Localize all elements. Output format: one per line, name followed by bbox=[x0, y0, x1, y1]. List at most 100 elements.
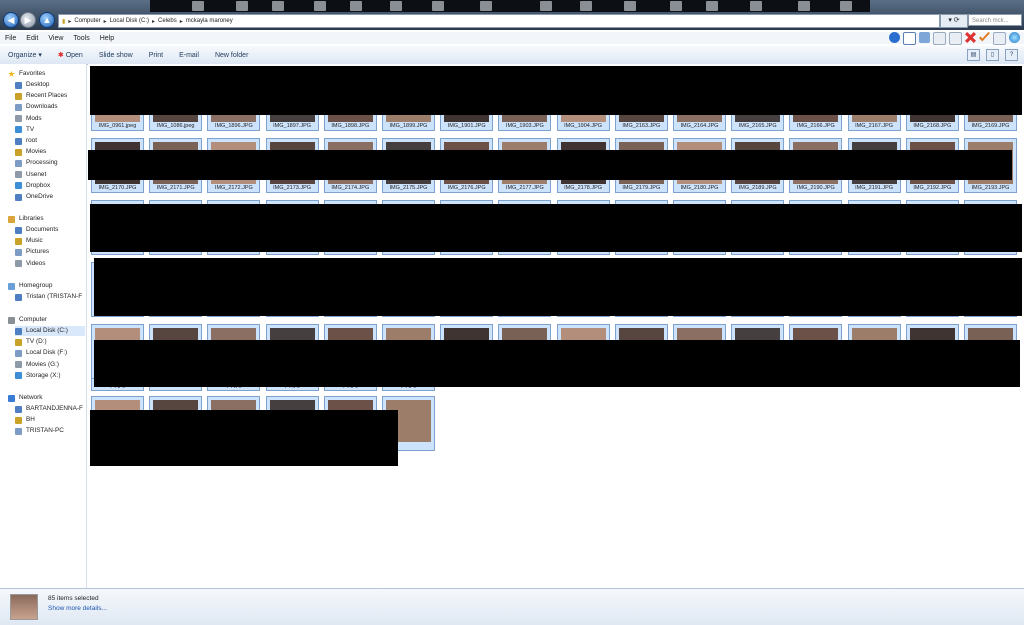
file-name: IMG_2163.JPG bbox=[622, 123, 661, 129]
taskbar-app-icon[interactable] bbox=[840, 1, 852, 11]
nav-item[interactable]: Movies bbox=[15, 147, 85, 157]
nav-section-libraries[interactable]: Libraries bbox=[8, 214, 44, 224]
nav-item[interactable]: BARTANDJENNA-F bbox=[15, 404, 85, 414]
open-label: Open bbox=[65, 52, 83, 59]
folder-icon bbox=[15, 427, 22, 435]
breadcrumb-current-folder[interactable]: mckayla maroney bbox=[183, 18, 236, 24]
nav-item[interactable]: Usenet bbox=[15, 170, 85, 180]
breadcrumb-celebs[interactable]: Celebs bbox=[155, 18, 180, 24]
back-button[interactable]: ◀ bbox=[3, 12, 19, 28]
taskbar-app-icon[interactable] bbox=[750, 1, 762, 11]
nav-item[interactable]: Local Disk (F:) bbox=[15, 348, 85, 358]
taskbar-app-icon[interactable] bbox=[580, 1, 592, 11]
file-name: IMG_1897.JPG bbox=[273, 123, 312, 129]
menu-edit[interactable]: Edit bbox=[21, 35, 43, 42]
nav-item[interactable]: Music bbox=[15, 236, 85, 246]
nav-item[interactable]: OneDrive bbox=[15, 192, 85, 202]
breadcrumb-computer[interactable]: Computer bbox=[71, 18, 103, 24]
nav-item[interactable]: TRISTAN-PC bbox=[15, 426, 85, 436]
nav-item[interactable]: Downloads bbox=[15, 102, 85, 112]
up-button[interactable]: ▲ bbox=[39, 12, 55, 28]
taskbar-app-icon[interactable] bbox=[540, 1, 552, 11]
taskbar-app-icon[interactable] bbox=[272, 1, 284, 11]
forward-button[interactable]: ▶ bbox=[20, 12, 36, 28]
menu-view[interactable]: View bbox=[43, 35, 68, 42]
nav-item[interactable]: Desktop bbox=[15, 80, 85, 90]
file-name: IMG_1904.JPG bbox=[564, 123, 603, 129]
cut-icon[interactable] bbox=[919, 32, 930, 43]
breadcrumb-local-disk[interactable]: Local Disk (C:) bbox=[107, 18, 152, 24]
nav-item[interactable]: TV (D:) bbox=[15, 337, 85, 347]
folder-icon bbox=[15, 416, 22, 424]
taskbar-app-icon[interactable] bbox=[432, 1, 444, 11]
nav-item[interactable]: Mods bbox=[15, 114, 85, 124]
menu-help[interactable]: Help bbox=[95, 35, 119, 42]
change-view-icon[interactable]: ▤ bbox=[967, 49, 980, 61]
taskbar-app-icon[interactable] bbox=[706, 1, 718, 11]
menu-file[interactable]: File bbox=[0, 35, 21, 42]
preview-pane-toggle-icon[interactable]: ▯ bbox=[986, 49, 999, 61]
nav-item[interactable]: Videos bbox=[15, 259, 85, 269]
nav-item[interactable]: Documents bbox=[15, 225, 85, 235]
file-name: IMG_2190.JPG bbox=[796, 185, 835, 191]
address-bar[interactable]: ▮ ▸ Computer ▸ Local Disk (C:) ▸ Celebs … bbox=[58, 14, 940, 28]
nav-section-homegroup[interactable]: Homegroup bbox=[8, 281, 52, 291]
taskbar-app-icon[interactable] bbox=[350, 1, 362, 11]
folder-icon bbox=[15, 92, 22, 100]
nav-section-favorites[interactable]: Favorites bbox=[8, 69, 45, 79]
file-name: IMG_1086.jpeg bbox=[156, 123, 195, 129]
refresh-button[interactable]: ▾ ⟳ bbox=[940, 14, 968, 28]
slideshow-button[interactable]: Slide show bbox=[91, 52, 141, 59]
nav-item[interactable]: Recent Places bbox=[15, 91, 85, 101]
nav-section-network[interactable]: Network bbox=[8, 393, 42, 403]
nav-item[interactable]: root bbox=[15, 136, 85, 146]
nav-item[interactable]: Movies (G:) bbox=[15, 360, 85, 370]
print-button[interactable]: Print bbox=[141, 52, 171, 59]
file-name: IMG_2189.JPG bbox=[738, 185, 777, 191]
show-more-details-link[interactable]: Show more details... bbox=[48, 605, 107, 612]
taskbar-app-icon[interactable] bbox=[480, 1, 492, 11]
help-icon[interactable]: ? bbox=[1005, 49, 1018, 61]
taskbar-app-icon[interactable] bbox=[390, 1, 402, 11]
open-button[interactable]: ✱ Open bbox=[50, 51, 91, 59]
taskbar-app-icon[interactable] bbox=[670, 1, 682, 11]
menu-tools[interactable]: Tools bbox=[68, 35, 94, 42]
nav-section-computer[interactable]: Computer bbox=[8, 315, 47, 325]
nav-item-label: Music bbox=[26, 237, 43, 245]
paste-icon[interactable] bbox=[949, 32, 962, 45]
globe-icon[interactable] bbox=[1009, 32, 1020, 43]
file-name: IMG_2175.JPG bbox=[389, 185, 428, 191]
checkmark-icon[interactable] bbox=[979, 32, 990, 42]
up-arrow-icon[interactable] bbox=[889, 32, 900, 43]
taskbar-app-icon[interactable] bbox=[192, 1, 204, 11]
nav-item[interactable]: Processing bbox=[15, 158, 85, 168]
file-name: IMG_1899.JPG bbox=[389, 123, 428, 129]
selection-thumbnail bbox=[10, 594, 38, 620]
nav-item[interactable]: Pictures bbox=[15, 247, 85, 257]
nav-item[interactable]: Storage (X:) bbox=[15, 371, 85, 381]
new-folder-button[interactable]: New folder bbox=[207, 52, 256, 59]
copy-icon[interactable] bbox=[933, 32, 946, 45]
file-name: IMG_2165.JPG bbox=[738, 123, 777, 129]
nav-item-label: Local Disk (F:) bbox=[26, 349, 68, 357]
folder-icon bbox=[15, 260, 22, 268]
navigation-pane: Favorites Desktop Recent Places Downloads Mo… bbox=[0, 64, 87, 588]
taskbar-app-icon[interactable] bbox=[798, 1, 810, 11]
nav-item[interactable]: Local Disk (C:) bbox=[15, 326, 85, 336]
taskbar-app-icon[interactable] bbox=[236, 1, 248, 11]
nav-item[interactable]: Dropbox bbox=[15, 181, 85, 191]
nav-item[interactable]: Tristan (TRISTAN-F bbox=[15, 292, 85, 302]
nav-item[interactable]: TV bbox=[15, 125, 85, 135]
nav-item-label: Movies (G:) bbox=[26, 360, 60, 368]
search-input[interactable]: Search mck... bbox=[968, 14, 1022, 26]
nav-item[interactable]: BH bbox=[15, 415, 85, 425]
folder-icon bbox=[15, 226, 22, 234]
taskbar-app-icon[interactable] bbox=[624, 1, 636, 11]
email-button[interactable]: E-mail bbox=[171, 52, 207, 59]
taskbar-app-icon[interactable] bbox=[314, 1, 326, 11]
delete-icon[interactable] bbox=[965, 32, 976, 43]
organize-button[interactable]: Organize ▾ bbox=[0, 51, 50, 59]
properties-icon[interactable] bbox=[993, 32, 1006, 45]
preview-pane-icon[interactable] bbox=[903, 32, 916, 45]
file-name: IMG_2193.JPG bbox=[971, 185, 1010, 191]
